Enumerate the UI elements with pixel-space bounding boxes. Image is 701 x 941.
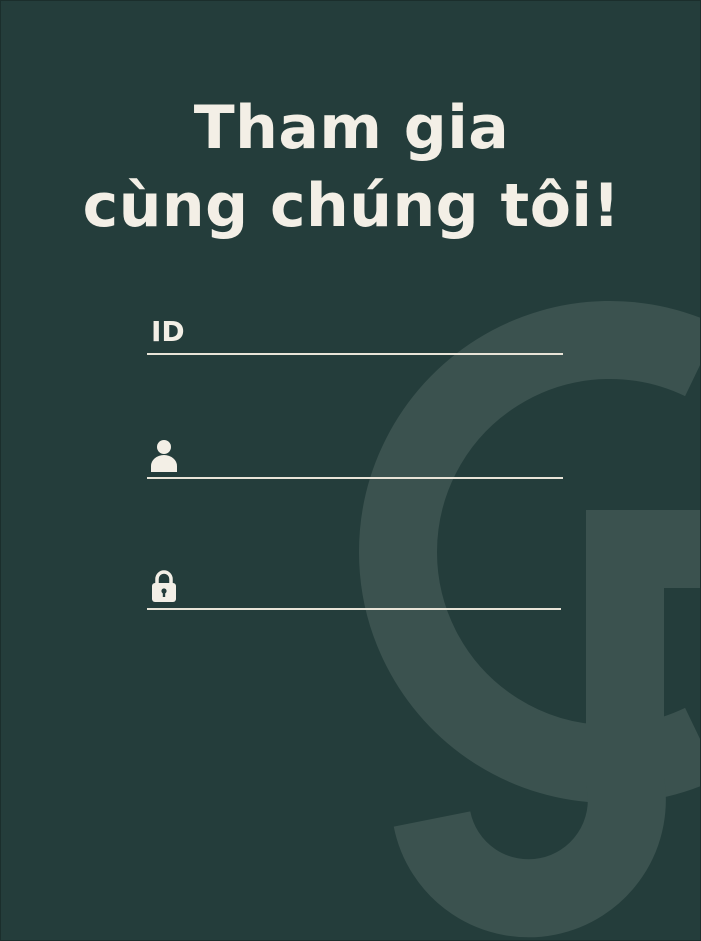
watermark-ring <box>359 301 700 803</box>
id-input[interactable] <box>184 309 563 353</box>
page-title: Tham gia cùng chúng tôi! <box>1 89 700 245</box>
page-title-line-1: Tham gia <box>193 93 510 163</box>
username-input[interactable] <box>179 433 563 477</box>
id-field-label: ID <box>151 314 185 348</box>
lock-icon <box>152 570 176 602</box>
id-field[interactable]: ID <box>147 309 563 355</box>
join-screen: Tham gia cùng chúng tôi! ID <box>0 0 701 941</box>
page-title-line-2: cùng chúng tôi! <box>82 171 621 241</box>
password-field[interactable] <box>147 564 561 610</box>
user-icon <box>151 440 177 472</box>
password-input[interactable] <box>179 564 561 608</box>
username-field[interactable] <box>147 433 563 479</box>
